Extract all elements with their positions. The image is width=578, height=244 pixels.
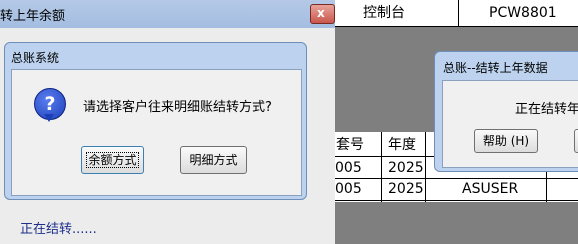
window-title: 转上年余额 [0, 9, 66, 24]
dialog-title: 总账系统 [11, 51, 60, 65]
grid-divider [425, 132, 426, 202]
detail-mode-label: 明细方式 [189, 153, 238, 167]
table-cell: 2025 [388, 181, 424, 197]
dialog-title: 总账--结转上年数据 [443, 61, 548, 75]
dialog-body: ? 请选择客户往来明细账结转方式? 余额方式 明细方式 [11, 69, 302, 196]
grid-divider [335, 178, 578, 179]
question-icon-tail [44, 114, 54, 122]
dialog-body: 正在结转年度 帮助 (H) [442, 80, 578, 168]
column-header-set: 套号 [336, 137, 364, 153]
progress-message: 正在结转年度 [515, 102, 578, 117]
close-icon: x [317, 6, 325, 20]
console-label: 控制台 [363, 5, 405, 21]
grid-divider [381, 132, 382, 202]
close-button[interactable]: x [310, 4, 335, 24]
carry-forward-data-dialog: 总账--结转上年数据 正在结转年度 帮助 (H) [434, 51, 578, 172]
table-cell: 005 [335, 160, 362, 176]
column-header-year: 年度 [388, 137, 416, 153]
grid-divider [458, 0, 459, 26]
balance-mode-button[interactable]: 余额方式 [81, 146, 144, 174]
table-cell: 005 [335, 181, 362, 197]
grid-divider [335, 200, 578, 201]
background-header-row: 控制台 PCW8801 [335, 0, 578, 26]
carry-forward-balance-window: 转上年余额 x 总账系统 ? 请选择客户往来明细账结转方式? 余额方式 明细方式… [0, 0, 335, 244]
table-cell: ASUSER [462, 181, 519, 197]
dialog-message: 请选择客户往来明细账结转方式? [83, 100, 272, 115]
detail-mode-button[interactable]: 明细方式 [180, 146, 247, 174]
grid-divider [335, 26, 578, 27]
table-cell: 2025 [388, 160, 424, 176]
message-dialog: 总账系统 ? 请选择客户往来明细账结转方式? 余额方式 明细方式 [4, 42, 307, 200]
machine-code: PCW8801 [489, 5, 557, 21]
balance-mode-label: 余额方式 [86, 152, 139, 168]
window-titlebar[interactable]: 转上年余额 x [0, 0, 335, 28]
status-text: 正在结转...... [20, 222, 97, 237]
partial-button[interactable] [574, 129, 578, 153]
help-button[interactable]: 帮助 (H) [474, 129, 538, 153]
